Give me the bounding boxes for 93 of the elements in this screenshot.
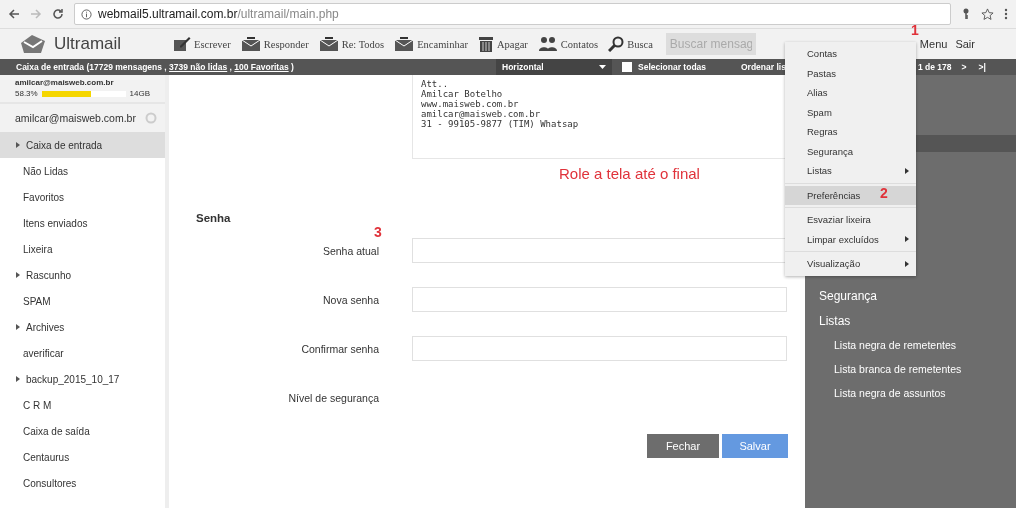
menu-item[interactable]: Pastas [785,63,916,83]
expand-icon[interactable] [16,376,20,382]
toolbar-button[interactable]: Busca [603,36,658,52]
signature-line: Amilcar Botelho [421,89,504,99]
pencil-icon [173,36,191,52]
folder-item[interactable]: C R M [0,392,165,418]
folder-item[interactable]: Itens enviados [0,210,165,236]
folder-item[interactable]: Lixeira [0,236,165,262]
expand-icon[interactable] [16,142,20,148]
trash-icon [477,35,494,53]
settings-subitem[interactable]: Lista branca de remetentes [819,363,1016,387]
signature-line: Att.. [421,79,450,89]
submenu-arrow-icon [905,236,909,243]
toolbar-button[interactable]: Encaminhar [389,36,473,52]
account-name: amilcar@maisweb.com.br [15,112,136,124]
settings-item[interactable]: Listas [819,314,1016,339]
folder-item[interactable]: Rascunho [0,262,165,288]
menu-item[interactable]: Listas [785,161,916,181]
password-field[interactable] [412,238,787,263]
signature-line: www.maisweb.com.br [421,99,520,109]
submenu-arrow-icon [905,260,909,267]
field-label: Nível de segurança [287,391,379,404]
signature-line: amilcar@maisweb.com.br [421,109,542,119]
envelope-icon [240,36,261,52]
envelope-logo-icon [18,33,48,55]
app-logo: Ultramail [54,34,122,54]
field-label: Confirmar senha [300,342,379,355]
quota-email: amilcar@maisweb.com.br [15,78,115,87]
annotation-text: Role a tela até o final [559,165,701,182]
quota-total: 14GB [129,89,150,98]
password-field[interactable] [412,287,787,312]
annotation-number: 2 [880,185,888,201]
menu-item[interactable]: Visualização [785,254,916,274]
annotation-number: 1 [911,22,919,38]
menu-item[interactable]: Contas [785,44,916,64]
folder-item[interactable]: Não Lidas [0,158,165,184]
folder-item[interactable]: Centaurus [0,444,165,470]
menu-item[interactable]: Alias [785,83,916,103]
caret-icon [599,65,606,69]
settings-subitem[interactable]: Lista negra de assuntos [819,387,1016,411]
menu-item[interactable]: Esvaziar lixeira [785,210,916,230]
folder-item[interactable]: averificar [0,340,165,366]
toolbar-button[interactable]: Escrever [168,36,236,52]
top-link[interactable]: Sair [955,38,975,50]
folder-item[interactable]: Consultores [0,470,165,496]
folder-item[interactable]: Caixa de saída [0,418,165,444]
menu-item[interactable]: Spam [785,102,916,122]
search-icon [608,36,625,52]
toolbar-button[interactable]: Apagar [472,35,533,53]
folder-item[interactable]: Archives [0,314,165,340]
expand-icon[interactable] [16,324,20,330]
folder-item[interactable]: Favoritos [0,184,165,210]
address-bar[interactable]: webmail5.ultramail.com.br/ultramail/main.php [74,3,951,25]
more-icon[interactable] [1004,8,1008,20]
select-all-label: Selecionar todas [638,62,707,72]
select-all-checkbox[interactable] [622,62,632,72]
settings-item[interactable]: Segurança [819,289,1016,314]
menu-item[interactable]: Segurança [785,141,916,161]
key-icon[interactable] [961,8,971,20]
toolbar-button[interactable]: Responder [235,36,314,52]
quota-percent: 58.3% [15,89,38,98]
page-indicator: 1 de 178 [918,62,952,72]
folder-item[interactable]: SPAM [0,288,165,314]
toolbar-button[interactable]: Contatos [532,36,604,52]
submenu-arrow-icon [905,167,909,174]
reload-icon[interactable] [52,8,64,20]
folder-item[interactable]: Caixa de entrada [0,132,165,158]
form-button[interactable]: Fechar [647,434,719,458]
toolbar-button[interactable]: Re: Todos [313,36,390,52]
settings-subitem[interactable]: Lista negra de remetentes [819,339,1016,363]
envelope-icon [394,36,415,52]
info-icon [81,8,92,20]
menu-item[interactable]: Limpar excluídos [785,229,916,249]
password-field[interactable] [412,336,787,361]
top-link[interactable]: Menu [919,38,948,50]
section-title: Senha [196,212,232,224]
view-dropdown[interactable]: Horizontal [496,59,612,75]
back-icon[interactable] [8,8,20,20]
envelope-icon [318,36,339,52]
field-label: Nova senha [321,293,379,306]
favorites-link[interactable]: 100 Favoritas [234,62,289,72]
signature-line: 31 - 99105-9877 (TIM) Whatsap [421,119,580,129]
field-label: Senha atual [321,244,379,257]
last-page-button[interactable]: >| [976,62,988,72]
annotation-number: 3 [374,224,383,238]
people-icon [537,36,558,52]
folder-item[interactable]: backup_2015_10_17 [0,366,165,392]
menu-item[interactable]: Regras [785,122,916,142]
expand-icon[interactable] [16,272,20,278]
next-page-button[interactable]: > [959,62,969,72]
unread-link[interactable]: 3739 não lidas [169,62,228,72]
star-icon[interactable] [981,7,994,21]
mailbox-summary: Caixa de entrada (17729 mensagens , 3739 não lidas , 100 Favoritas ) [16,62,295,72]
